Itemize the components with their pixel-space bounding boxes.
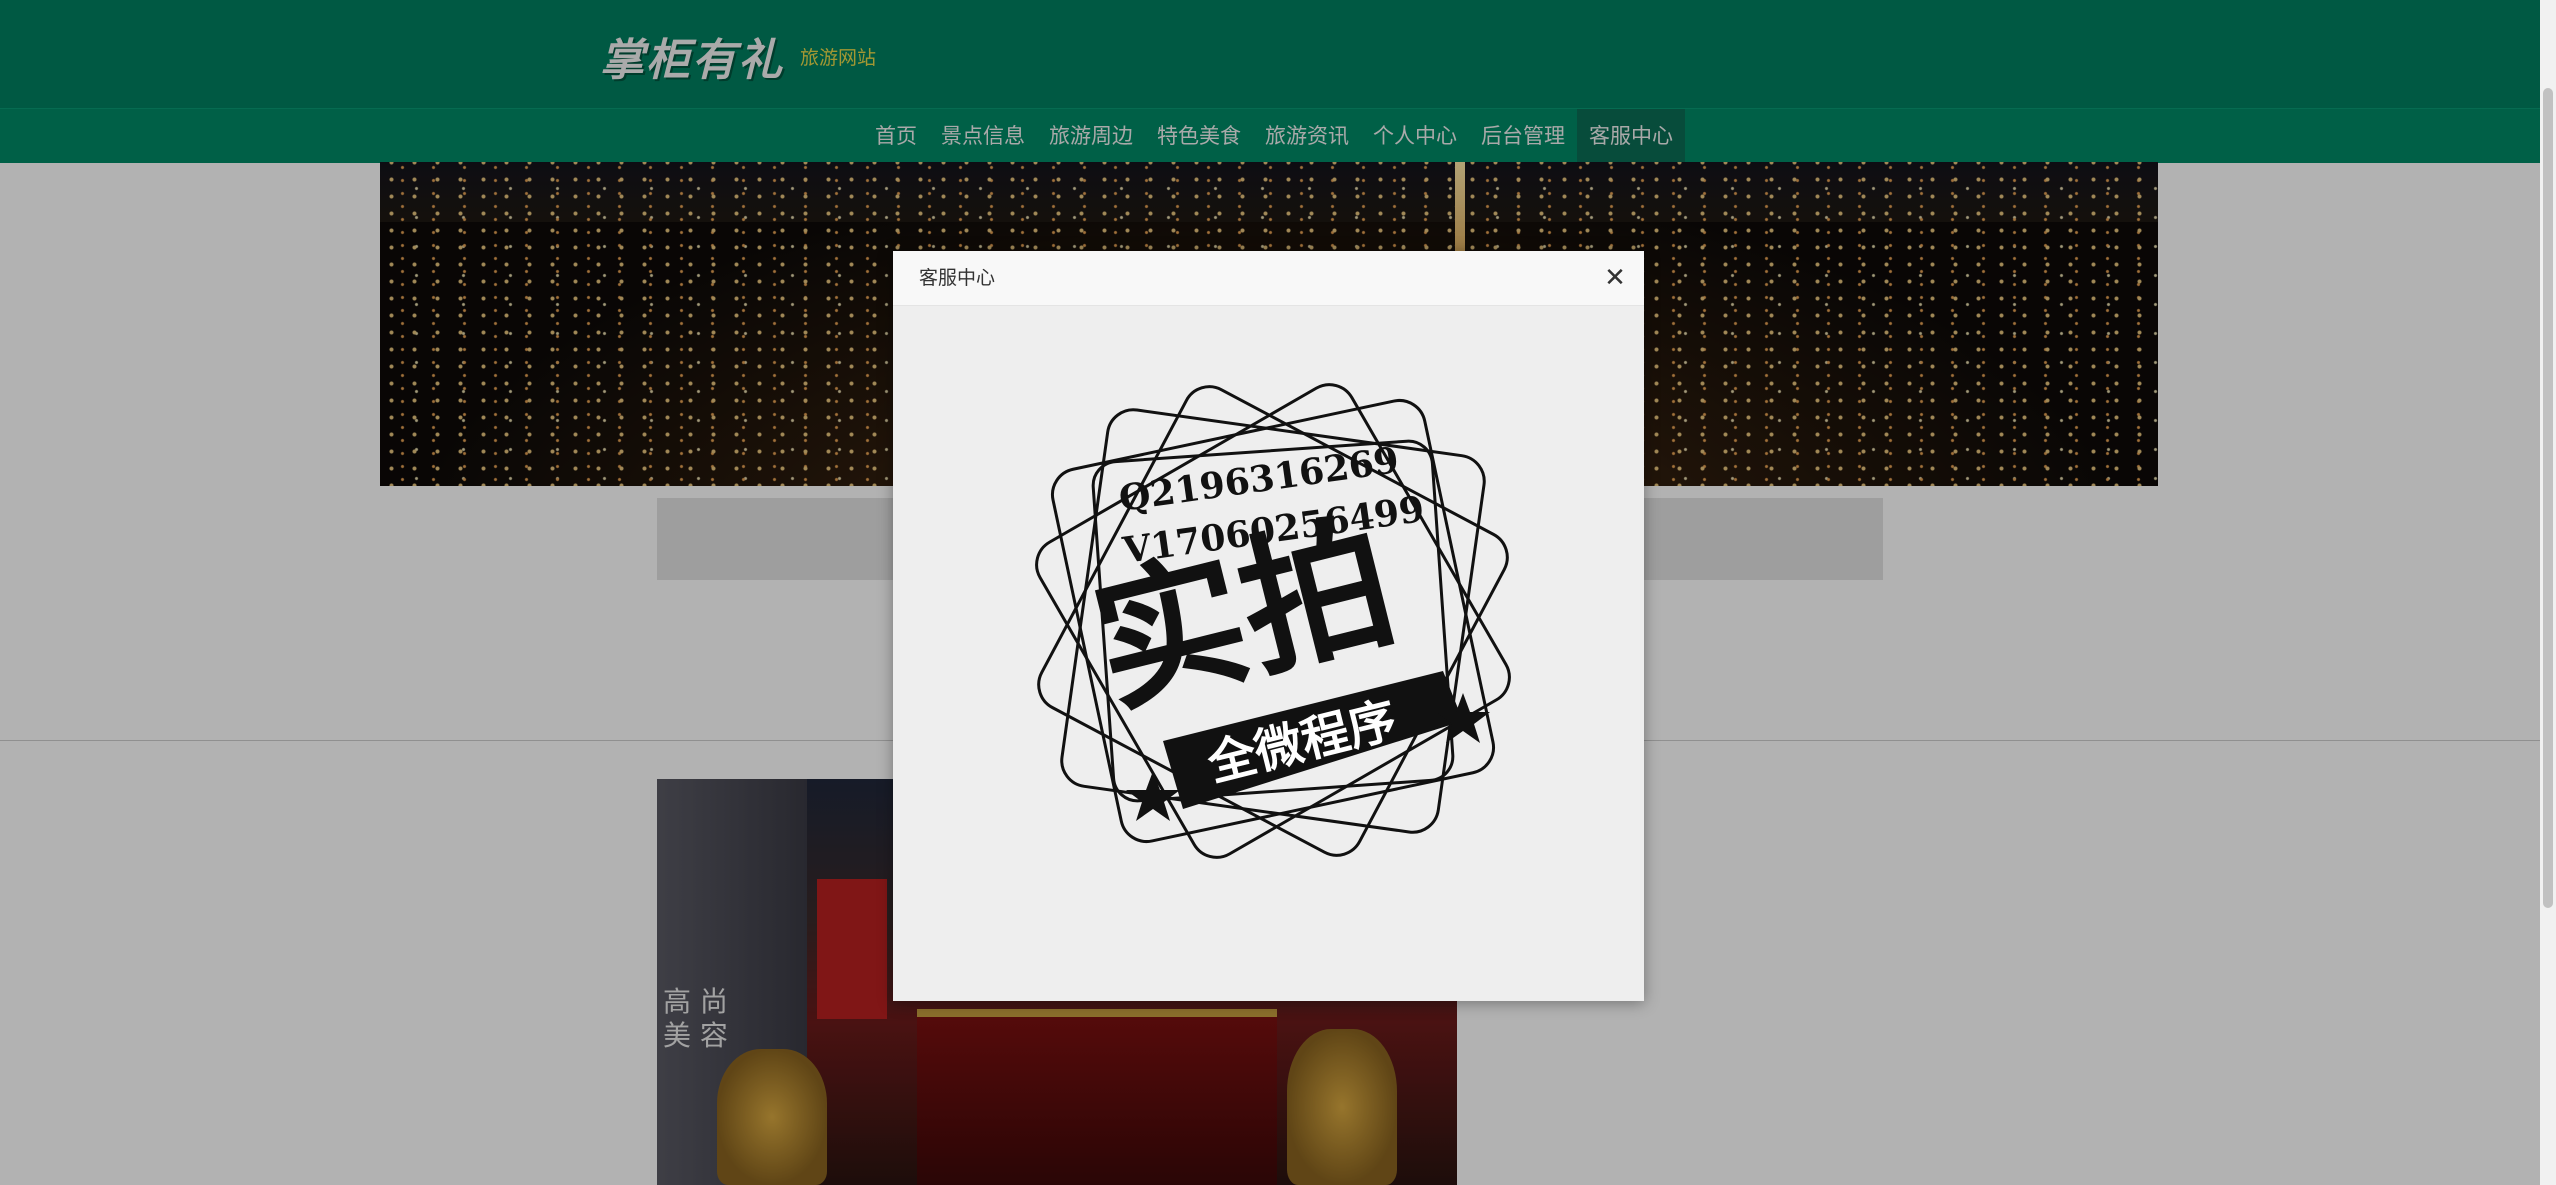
page-scrollbar[interactable]	[2540, 0, 2556, 1185]
contact-stamp-image: Q2196316269 V17060256499 实拍 全微程序	[1035, 383, 1511, 859]
close-icon[interactable]: ✕	[1600, 263, 1630, 293]
modal-header: 客服中心 ✕	[893, 251, 1644, 306]
customer-service-modal: 客服中心 ✕ Q2196316269 V17060256499 实拍 全微程序	[893, 251, 1644, 1001]
scrollbar-thumb[interactable]	[2543, 88, 2553, 908]
star-icon	[1126, 771, 1180, 821]
modal-title: 客服中心	[919, 267, 996, 289]
